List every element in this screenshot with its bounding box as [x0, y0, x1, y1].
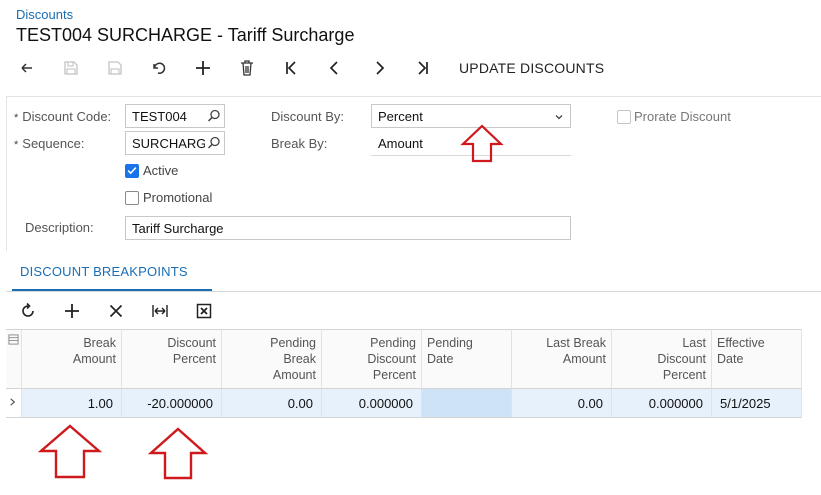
active-checkbox[interactable] [125, 164, 139, 178]
col-discount-percent[interactable]: Discount Percent [122, 329, 222, 389]
description-field[interactable]: Tariff Surcharge [125, 216, 571, 240]
discount-code-label: * Discount Code: [14, 109, 112, 124]
prorate-discount-label: Prorate Discount [634, 109, 731, 124]
last-icon[interactable] [410, 56, 436, 80]
cell-break-amount[interactable]: 1.00 [22, 389, 122, 418]
update-discounts-button[interactable]: UPDATE DISCOUNTS [459, 60, 604, 76]
delete-icon[interactable] [234, 56, 260, 80]
grid-settings-icon[interactable] [6, 329, 22, 389]
discount-code-field[interactable]: TEST004 [125, 104, 225, 128]
cell-pending-discount-percent[interactable]: 0.000000 [322, 389, 422, 418]
cell-last-discount-percent[interactable]: 0.000000 [612, 389, 712, 418]
tab-strip: DISCOUNT BREAKPOINTS [6, 252, 821, 292]
delete-row-icon[interactable] [104, 299, 128, 323]
prorate-discount-checkbox[interactable] [617, 110, 631, 124]
col-break-amount[interactable]: Break Amount [22, 329, 122, 389]
sequence-label: * Sequence: [14, 136, 85, 151]
fit-columns-icon[interactable] [148, 299, 172, 323]
discount-by-label: Discount By: [271, 109, 344, 124]
sequence-field[interactable]: SURCHARGE [125, 131, 225, 155]
grid-toolbar [6, 295, 821, 327]
promotional-label: Promotional [143, 190, 213, 205]
previous-icon[interactable] [322, 56, 348, 80]
checkmark-icon [127, 167, 137, 175]
description-label: Description: [25, 220, 94, 235]
break-by-label: Break By: [271, 136, 328, 151]
col-pending-break-amount[interactable]: Pending Break Amount [222, 329, 322, 389]
first-icon[interactable] [278, 56, 304, 80]
row-selector-icon[interactable] [6, 389, 22, 418]
chevron-down-icon [555, 115, 563, 120]
export-excel-icon[interactable] [192, 299, 216, 323]
annotation-up-arrow [460, 124, 504, 163]
promotional-checkbox[interactable] [125, 191, 139, 205]
refresh-icon[interactable] [16, 299, 40, 323]
add-row-icon[interactable] [60, 299, 84, 323]
break-by-value: Amount [378, 136, 423, 151]
col-pending-discount-percent[interactable]: Pending Discount Percent [322, 329, 422, 389]
back-icon[interactable] [14, 56, 40, 80]
cell-pending-break-amount[interactable]: 0.00 [222, 389, 322, 418]
undo-icon[interactable] [146, 56, 172, 80]
save-icon[interactable] [58, 56, 84, 80]
col-pending-date[interactable]: Pending Date [422, 329, 512, 389]
cell-last-break-amount[interactable]: 0.00 [512, 389, 612, 418]
tab-discount-breakpoints[interactable]: DISCOUNT BREAKPOINTS [20, 264, 188, 279]
search-icon[interactable] [207, 136, 221, 150]
cell-discount-percent[interactable]: -20.000000 [122, 389, 222, 418]
active-tab-indicator [12, 289, 212, 291]
main-toolbar: UPDATE DISCOUNTS [0, 54, 821, 82]
breadcrumb[interactable]: Discounts [16, 7, 73, 22]
annotation-up-arrow [148, 427, 208, 480]
cell-effective-date[interactable]: 5/1/2025 [712, 389, 802, 418]
search-icon[interactable] [207, 109, 221, 123]
page-title: TEST004 SURCHARGE - Tariff Surcharge [16, 25, 355, 45]
cell-pending-date[interactable] [422, 389, 512, 418]
col-last-break-amount[interactable]: Last Break Amount [512, 329, 612, 389]
save-close-icon[interactable] [102, 56, 128, 80]
next-icon[interactable] [366, 56, 392, 80]
annotation-up-arrow [38, 424, 102, 479]
col-last-discount-percent[interactable]: Last Discount Percent [612, 329, 712, 389]
add-icon[interactable] [190, 56, 216, 80]
active-label: Active [143, 163, 179, 178]
col-effective-date[interactable]: Effective Date [712, 329, 802, 389]
